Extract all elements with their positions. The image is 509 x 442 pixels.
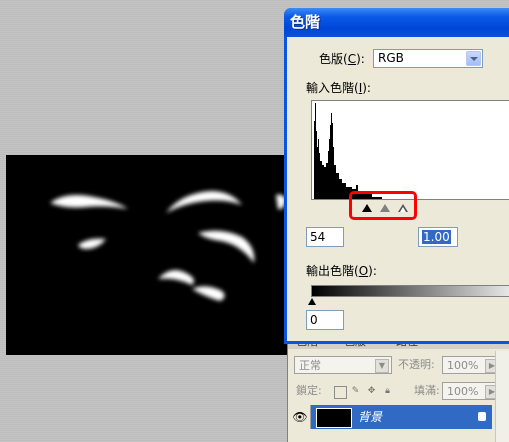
layers-panel: 色階 色版 路徑 正常 ▼ 不透明: 100% ▶ 鎖定: ✎ ✥ 🔒︎ 填滿:… bbox=[287, 335, 509, 442]
histogram bbox=[311, 100, 509, 200]
blend-mode-select[interactable]: 正常 ▼ bbox=[294, 356, 392, 374]
brush-icon[interactable]: ✎ bbox=[350, 386, 361, 397]
input-gamma-value: 1.00 bbox=[422, 230, 451, 244]
layer-thumbnail bbox=[316, 408, 352, 428]
output-black-field[interactable]: 0 bbox=[306, 310, 344, 330]
image-stroke bbox=[158, 270, 194, 285]
document-canvas[interactable] bbox=[6, 155, 306, 355]
image-stroke bbox=[192, 286, 225, 301]
slider-highlight-annotation bbox=[349, 191, 417, 220]
histogram-graph bbox=[314, 103, 382, 199]
layer-name: 背景 bbox=[358, 410, 383, 424]
opacity-input[interactable]: 100% ▶ bbox=[442, 356, 502, 374]
dropdown-arrow-icon[interactable] bbox=[466, 51, 481, 66]
image-stroke bbox=[166, 191, 242, 213]
input-black-value: 54 bbox=[310, 230, 326, 244]
output-black-value: 0 bbox=[310, 313, 318, 327]
image-stroke bbox=[198, 230, 255, 263]
dialog-body: 色版(C): RGB 輸入色階(I): 54 1.00 輸出色階(O): 0 bbox=[287, 37, 509, 341]
input-black-field[interactable]: 54 bbox=[306, 227, 344, 247]
channel-select[interactable]: RGB bbox=[373, 49, 483, 68]
output-gradient-bar bbox=[311, 285, 509, 297]
opacity-value: 100% bbox=[447, 359, 479, 372]
opacity-label: 不透明: bbox=[398, 358, 435, 371]
lock-icon bbox=[478, 412, 486, 421]
lock-icon[interactable]: 🔒︎ bbox=[382, 386, 393, 397]
output-black-slider-icon[interactable] bbox=[308, 298, 316, 305]
blend-mode-value: 正常 bbox=[299, 359, 321, 372]
layer-row-background[interactable]: 👁︎ 背景 bbox=[290, 405, 492, 429]
layers-scrollbar[interactable] bbox=[495, 351, 509, 442]
levels-dialog: 色階 色版(C): RGB 輸入色階(I): 54 1.00 輸出色階(O): … bbox=[284, 8, 509, 344]
channel-value: RGB bbox=[378, 51, 404, 65]
eye-icon[interactable]: 👁︎ bbox=[290, 405, 311, 429]
dialog-title: 色階 bbox=[290, 13, 321, 31]
fill-input[interactable]: 100% ▶ bbox=[442, 382, 502, 400]
output-levels-label: 輸出色階(O): bbox=[306, 264, 377, 278]
chevron-down-icon: ▼ bbox=[375, 359, 389, 373]
fill-label: 填滿: bbox=[414, 384, 440, 397]
move-icon[interactable]: ✥ bbox=[366, 386, 377, 397]
dialog-titlebar[interactable]: 色階 bbox=[284, 8, 509, 37]
channel-label: 色版(C): bbox=[319, 52, 365, 66]
image-stroke bbox=[78, 238, 106, 249]
fill-value: 100% bbox=[447, 385, 479, 398]
lock-label: 鎖定: bbox=[296, 384, 322, 397]
input-gamma-field[interactable]: 1.00 bbox=[418, 227, 458, 247]
lock-transparency-icon[interactable] bbox=[334, 386, 347, 399]
input-levels-label: 輸入色階(I): bbox=[306, 81, 371, 95]
image-stroke bbox=[50, 195, 128, 209]
